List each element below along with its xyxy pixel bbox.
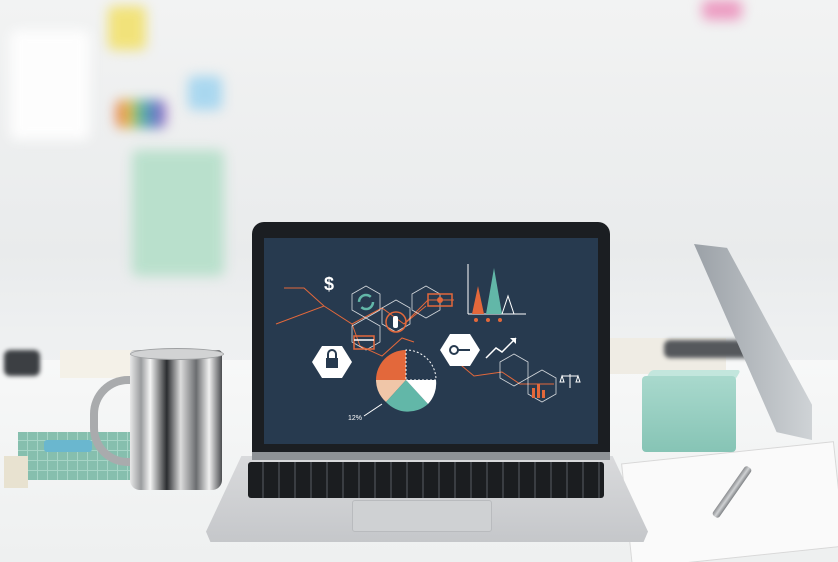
refresh-icon	[357, 293, 375, 311]
green-speaker	[642, 376, 736, 452]
pie-percent-label: 12%	[348, 415, 362, 422]
wall-paper	[10, 30, 90, 140]
triangle-chart	[467, 264, 526, 322]
laptop-keyboard	[248, 462, 604, 498]
eraser	[44, 440, 92, 452]
wall-note-blue	[188, 76, 222, 110]
steel-mug	[130, 350, 222, 490]
notepad-left	[4, 456, 28, 488]
mug-rim	[130, 348, 224, 360]
laptop-screen: $ 12%	[264, 238, 598, 444]
dark-device-left	[4, 350, 40, 376]
scale-icon	[559, 374, 581, 388]
bar-chart-icon	[532, 384, 545, 398]
key-icon	[440, 334, 480, 366]
screen-infographic: $ 12%	[275, 264, 581, 422]
lock-icon	[312, 346, 352, 378]
wall-color-strip	[116, 100, 166, 128]
laptop-trackpad	[352, 500, 492, 532]
dollar-icon: $	[324, 274, 334, 294]
pie-chart-icon	[363, 349, 437, 417]
wall-pink-note	[702, 0, 742, 20]
cursor-icon	[385, 311, 407, 333]
wall-note-yellow	[108, 6, 146, 50]
wall-star-card	[132, 150, 224, 276]
laptop-hinge	[252, 452, 610, 460]
photo-scene: $ 12%	[0, 0, 838, 562]
